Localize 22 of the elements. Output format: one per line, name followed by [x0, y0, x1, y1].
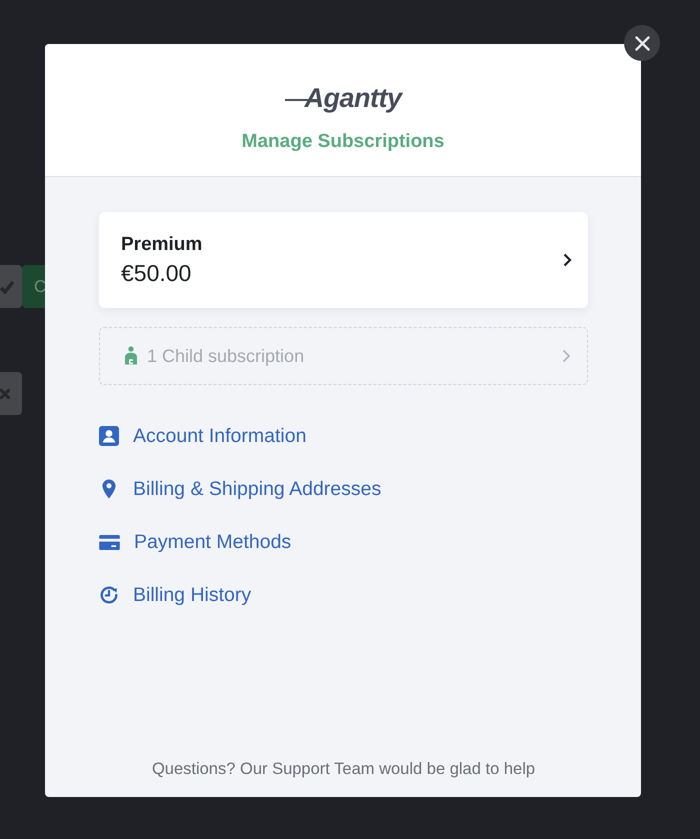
- plan-price: €50.00: [121, 260, 192, 286]
- check-icon: [0, 280, 14, 294]
- cancel-button[interactable]: [0, 372, 22, 415]
- modal-title: Manage Subscriptions: [242, 131, 444, 153]
- close-button[interactable]: [624, 25, 660, 61]
- nav-link[interactable]: Payment Methods: [99, 529, 292, 555]
- history-clock-icon: [99, 585, 119, 605]
- person-card-icon: [99, 426, 119, 446]
- child-person-icon: [124, 346, 138, 366]
- support-note: Questions? Our Support Team would be glad to help: [150, 760, 536, 779]
- chevron-right-icon: [562, 253, 572, 267]
- chevron-right-icon: [561, 349, 571, 363]
- plan-card[interactable]: Premium €50.00: [99, 212, 588, 308]
- close-icon: [634, 36, 650, 50]
- confirm-button[interactable]: C: [22, 265, 45, 308]
- nav-link[interactable]: Account Information: [99, 423, 306, 449]
- plan-name: Premium: [121, 234, 204, 256]
- credit-card-icon: [99, 534, 120, 550]
- check-button[interactable]: [0, 265, 22, 308]
- close-icon: [0, 388, 10, 398]
- nav-link[interactable]: Billing & Shipping Addresses: [99, 476, 382, 502]
- nav-link[interactable]: Billing History: [99, 582, 252, 608]
